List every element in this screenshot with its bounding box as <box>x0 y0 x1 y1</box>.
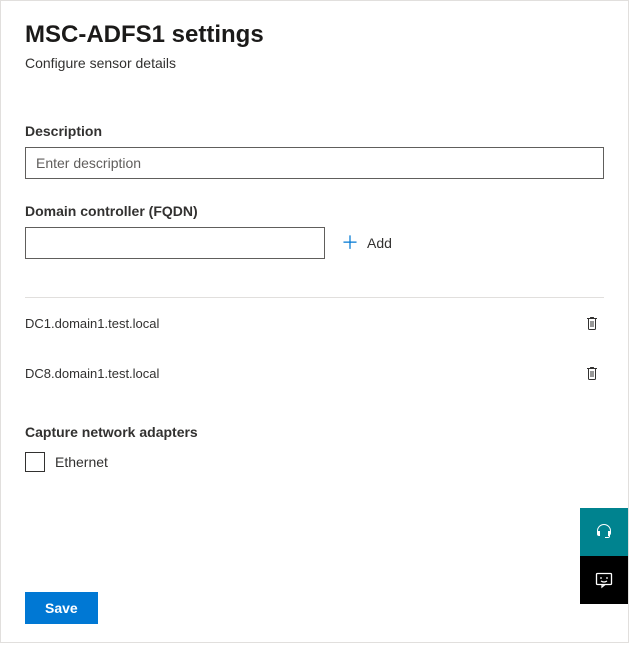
domain-controller-list: DC1.domain1.test.local DC8.domain1.test.… <box>25 298 604 398</box>
settings-panel: MSC-ADFS1 settings Configure sensor deta… <box>0 0 629 643</box>
capture-adapters-section: Capture network adapters Ethernet <box>25 424 604 472</box>
add-button[interactable]: ＋ Add <box>335 230 398 256</box>
feedback-icon <box>594 570 614 590</box>
description-field-group: Description <box>25 123 604 179</box>
headset-icon <box>594 522 614 542</box>
description-input[interactable] <box>25 147 604 179</box>
page-title: MSC-ADFS1 settings <box>25 21 604 49</box>
trash-icon <box>584 315 600 331</box>
adapter-row: Ethernet <box>25 452 604 472</box>
dc-name: DC1.domain1.test.local <box>25 316 159 331</box>
adapter-label: Ethernet <box>55 454 108 470</box>
delete-button[interactable] <box>580 361 604 385</box>
list-item: DC8.domain1.test.local <box>25 348 604 398</box>
page-subtitle: Configure sensor details <box>25 55 604 71</box>
support-button[interactable] <box>580 508 628 556</box>
fqdn-field-group: Domain controller (FQDN) ＋ Add <box>25 203 604 259</box>
plus-icon: ＋ <box>341 234 359 252</box>
add-button-label: Add <box>367 235 392 251</box>
save-button-label: Save <box>45 600 78 616</box>
floating-actions <box>580 508 628 604</box>
description-label: Description <box>25 123 604 139</box>
delete-button[interactable] <box>580 311 604 335</box>
save-button[interactable]: Save <box>25 592 98 624</box>
dc-name: DC8.domain1.test.local <box>25 366 159 381</box>
feedback-button[interactable] <box>580 556 628 604</box>
trash-icon <box>584 365 600 381</box>
fqdn-input[interactable] <box>25 227 325 259</box>
list-item: DC1.domain1.test.local <box>25 298 604 348</box>
fqdn-label: Domain controller (FQDN) <box>25 203 604 219</box>
adapter-checkbox[interactable] <box>25 452 45 472</box>
capture-label: Capture network adapters <box>25 424 604 440</box>
